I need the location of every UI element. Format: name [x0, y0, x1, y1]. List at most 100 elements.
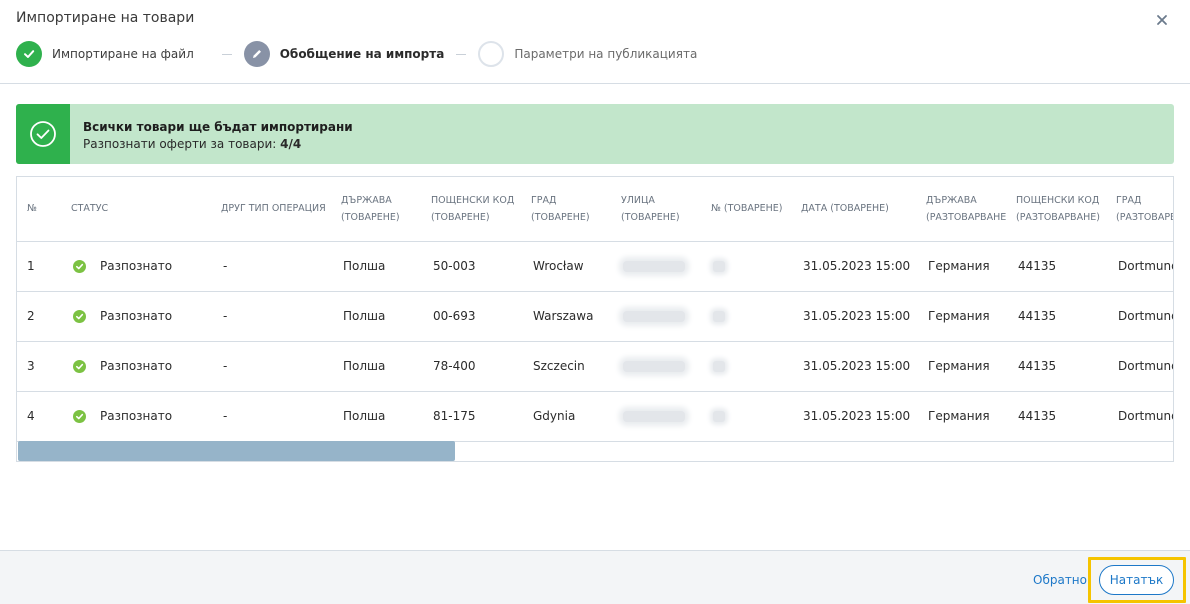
- status-cell: Разпознато: [61, 241, 211, 292]
- city-load-cell: Wrocław: [521, 241, 611, 292]
- date-load-cell: 31.05.2023 15:00: [791, 291, 916, 342]
- header-subtext: (товарене): [431, 211, 490, 223]
- header-text: Град: [531, 194, 557, 206]
- status-cell: Разпознато: [61, 341, 211, 392]
- other-operation-cell: -: [211, 391, 331, 442]
- status-text: Разпознато: [100, 409, 173, 423]
- redacted-number: [713, 311, 725, 322]
- country-unload-cell: Германия: [916, 291, 1006, 342]
- column-header: Статус: [61, 177, 211, 242]
- house-number-load-cell: [701, 391, 791, 442]
- step-active-badge: [243, 41, 270, 67]
- column-header: Град (товарене): [521, 177, 611, 242]
- header-text: № (товарене): [711, 203, 783, 215]
- table-row: 2 Разпознато - Полша 00-693 Warszawa 31.…: [17, 291, 1173, 342]
- header-text: №: [27, 203, 37, 215]
- success-banner: Всички товари ще бъдат импортирани Разпо…: [16, 104, 1174, 164]
- banner-subtitle: Разпознати оферти за товари: 4/4: [83, 137, 301, 151]
- check-circle-icon: [30, 121, 56, 147]
- step-divider: [221, 53, 232, 55]
- status-cell: Разпознато: [61, 291, 211, 342]
- country-unload-cell: Германия: [916, 341, 1006, 392]
- status-text: Разпознато: [100, 359, 173, 373]
- status-cell: Разпознато: [61, 391, 211, 442]
- table-row: 1 Разпознато - Полша 50-003 Wrocław 31.0…: [17, 241, 1173, 292]
- dialog-title: Импортиране на товари: [16, 10, 195, 26]
- header-text: Пощенски код: [431, 194, 515, 206]
- country-unload-cell: Германия: [916, 391, 1006, 442]
- header-text: Държава: [926, 194, 977, 206]
- country-load-cell: Полша: [331, 241, 421, 292]
- check-circle-icon: [73, 309, 86, 323]
- column-header: Улица (товарене): [611, 177, 701, 242]
- zip-unload-cell: 44135: [1006, 341, 1106, 392]
- table-row: 3 Разпознато - Полша 78-400 Szczecin 31.…: [17, 341, 1173, 392]
- column-header: Град (разтоварва: [1106, 177, 1173, 242]
- zip-load-cell: 00-693: [421, 291, 521, 342]
- header-subtext: (товарене): [621, 211, 680, 223]
- house-number-load-cell: [701, 291, 791, 342]
- step-import-file: Импортиране на файл: [16, 41, 194, 67]
- date-load-cell: 31.05.2023 15:00: [791, 341, 916, 392]
- column-header: Пощенски код (товарене): [421, 177, 521, 242]
- redacted-street: [623, 411, 685, 422]
- header-text: Статус: [71, 203, 109, 215]
- street-load-cell: [611, 391, 701, 442]
- import-table: № Статус Друг тип операция Държава (товар…: [16, 176, 1174, 462]
- zip-load-cell: 78-400: [421, 341, 521, 392]
- banner-icon-box: [16, 104, 70, 164]
- header-subtext: (разтоварване): [1016, 211, 1100, 223]
- close-icon: [1157, 15, 1167, 25]
- back-button[interactable]: Обратно: [1033, 573, 1087, 587]
- dialog-header: Импортиране на товари Импортиране на фай…: [0, 0, 1190, 84]
- redacted-street: [623, 261, 685, 272]
- column-header: Друг тип операция: [211, 177, 331, 242]
- header-text: Град: [1116, 194, 1142, 206]
- step-import-summary: Обобщение на импорта: [243, 41, 444, 67]
- header-text: Държава: [341, 194, 392, 206]
- date-load-cell: 31.05.2023 15:00: [791, 391, 916, 442]
- banner-count: 4/4: [280, 137, 302, 151]
- row-number: 1: [17, 241, 61, 292]
- street-load-cell: [611, 341, 701, 392]
- city-unload-cell: Dortmund: [1106, 241, 1173, 292]
- city-load-cell: Gdynia: [521, 391, 611, 442]
- city-unload-cell: Dortmund: [1106, 391, 1173, 442]
- step-divider: [456, 53, 467, 55]
- street-load-cell: [611, 291, 701, 342]
- row-number: 3: [17, 341, 61, 392]
- other-operation-cell: -: [211, 291, 331, 342]
- step-done-badge: [16, 41, 42, 67]
- column-header: Пощенски код (разтоварване): [1006, 177, 1106, 242]
- table-header-row: № Статус Друг тип операция Държава (товар…: [17, 177, 1173, 242]
- column-header: №: [17, 177, 61, 242]
- stepper: Импортиране на файл Обобщение на импорта…: [16, 41, 697, 67]
- status-text: Разпознато: [100, 309, 173, 323]
- zip-unload-cell: 44135: [1006, 291, 1106, 342]
- redacted-number: [713, 261, 725, 272]
- city-unload-cell: Dortmund: [1106, 341, 1173, 392]
- column-header: Държава (товарене): [331, 177, 421, 242]
- check-icon: [24, 50, 35, 58]
- row-number: 2: [17, 291, 61, 342]
- city-load-cell: Warszawa: [521, 291, 611, 342]
- city-unload-cell: Dortmund: [1106, 291, 1173, 342]
- redacted-street: [623, 361, 685, 372]
- banner-subtitle-text: Разпознати оферти за товари:: [83, 137, 277, 151]
- zip-unload-cell: 44135: [1006, 241, 1106, 292]
- close-button[interactable]: [1154, 12, 1170, 28]
- redacted-street: [623, 311, 685, 322]
- horizontal-scrollbar[interactable]: [18, 441, 455, 461]
- check-circle-icon: [73, 359, 86, 373]
- banner-title: Всички товари ще бъдат импортирани: [83, 120, 353, 134]
- next-button[interactable]: Нататък: [1099, 565, 1174, 595]
- header-subtext: (товарене): [341, 211, 400, 223]
- dialog-footer: Обратно Нататък: [0, 550, 1190, 604]
- redacted-number: [713, 411, 725, 422]
- column-header: № (товарене): [701, 177, 791, 242]
- check-circle-icon: [73, 409, 86, 423]
- column-header: Държава (разтоварване): [916, 177, 1006, 242]
- country-load-cell: Полша: [331, 391, 421, 442]
- step-label: Импортиране на файл: [52, 47, 194, 61]
- other-operation-cell: -: [211, 341, 331, 392]
